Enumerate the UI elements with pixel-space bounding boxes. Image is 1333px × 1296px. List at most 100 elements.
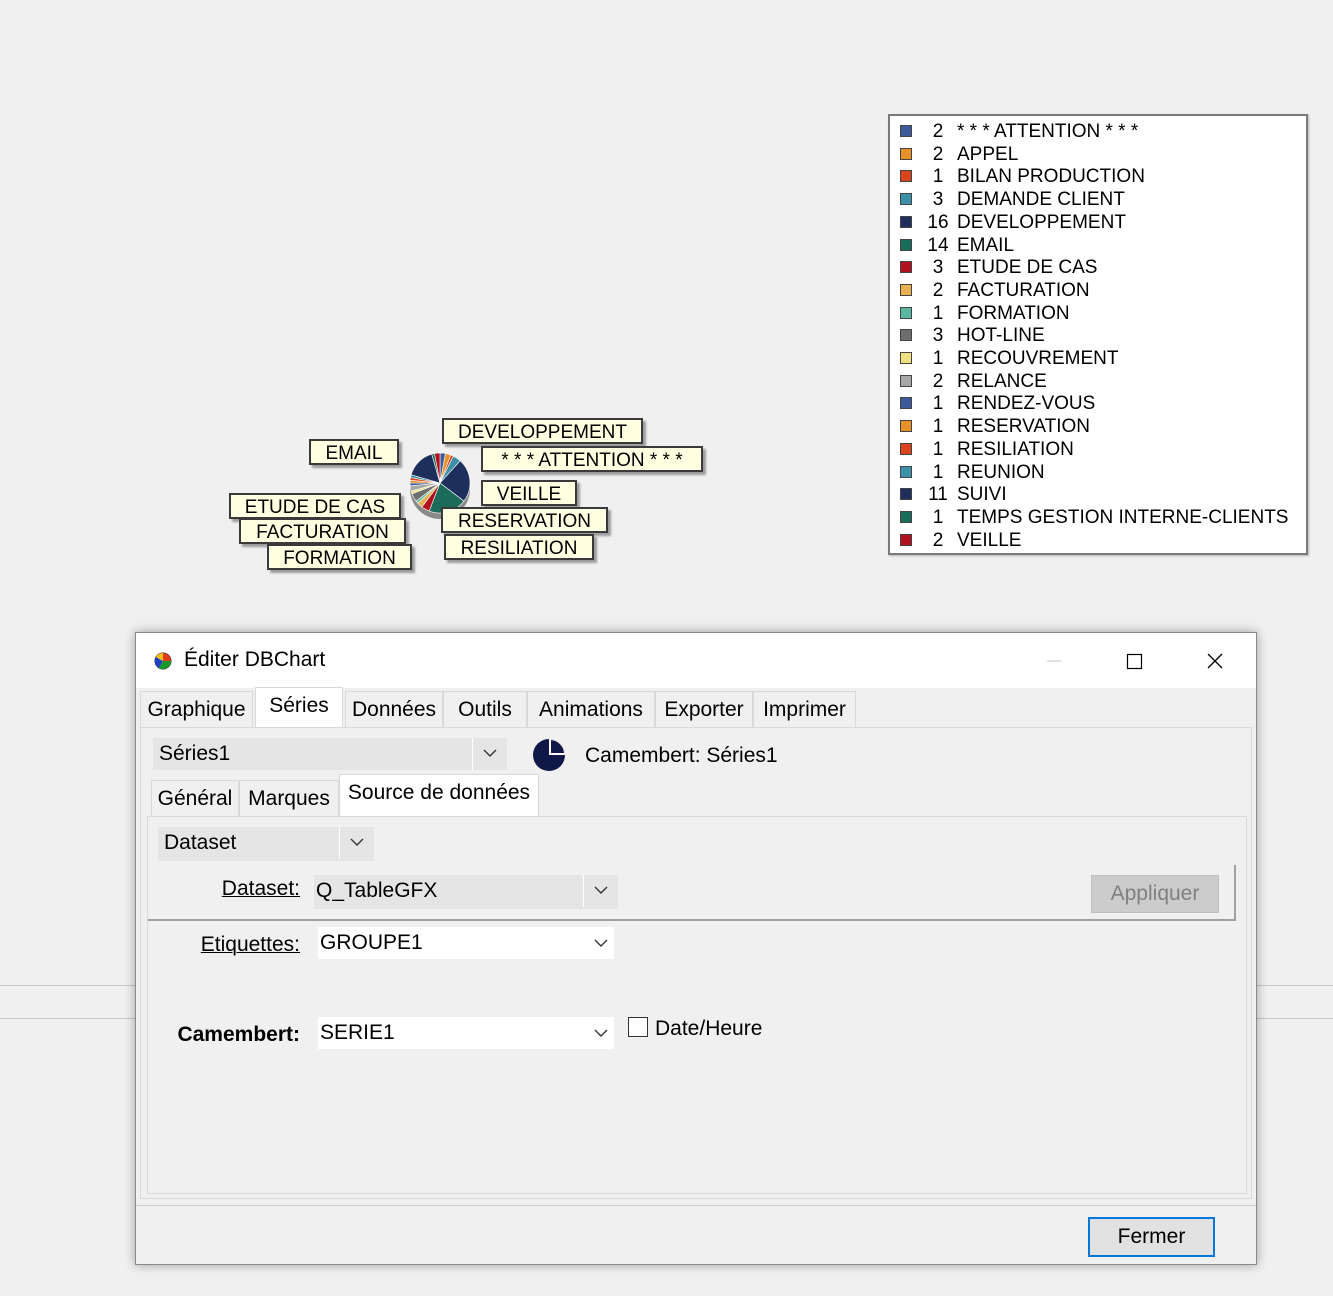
dataset-label: Dataset: [221, 877, 300, 900]
legend-count: 2 [932, 279, 944, 301]
minimize-button[interactable] [1032, 643, 1076, 679]
footer-separator [136, 1205, 1256, 1206]
etiquettes-select[interactable]: GROUPE1 [318, 927, 614, 959]
camembert-select[interactable]: SERIE1 [318, 1017, 614, 1049]
etiquettes-value: GROUPE1 [320, 931, 423, 954]
subtab-general[interactable]: Général [151, 780, 239, 816]
legend-count: 3 [932, 325, 944, 347]
legend-label: RESERVATION [957, 416, 1091, 438]
legend-swatch [900, 170, 912, 183]
legend-count: 1 [932, 461, 944, 483]
tab-animations[interactable]: Animations [527, 691, 655, 727]
source-panel: Dataset Dataset: Q_TableGFX Appliquer Et… [147, 816, 1247, 1194]
legend-swatch [900, 533, 912, 546]
chevron-down-icon [483, 749, 497, 757]
legend-count: 16 [927, 211, 949, 233]
title-bar[interactable]: Éditer DBChart [136, 633, 1256, 688]
series-select-value: Séries1 [159, 742, 231, 765]
camembert-label: Camembert: [177, 1023, 300, 1046]
pie-label-etude-de-cas: ETUDE DE CAS [229, 493, 401, 519]
legend-label: DEVELOPPEMENT [957, 211, 1126, 233]
subtab-source-de-donnees[interactable]: Source de données [339, 774, 539, 816]
legend-label: APPEL [957, 143, 1019, 165]
series-select[interactable]: Séries1 [153, 738, 507, 770]
series-panel: Séries1 Camembert: Séries1 Général Marqu… [140, 727, 1252, 1199]
legend-count: 2 [932, 121, 944, 142]
etiquettes-label: Etiquettes: [200, 933, 300, 956]
apply-button[interactable]: Appliquer [1091, 875, 1219, 913]
legend-label: RELANCE [957, 370, 1047, 392]
datetime-checkbox[interactable] [628, 1017, 648, 1037]
legend-count: 1 [932, 393, 944, 415]
legend-label: DEMANDE CLIENT [957, 189, 1125, 211]
legend-count: 1 [932, 506, 944, 528]
minimize-icon [1047, 660, 1061, 662]
legend-swatch [900, 125, 912, 137]
legend-label: VEILLE [957, 529, 1022, 551]
chevron-down-icon [594, 939, 608, 947]
series-caption: Camembert: Séries1 [585, 744, 778, 767]
tab-donnees[interactable]: Données [345, 691, 443, 727]
chevron-down-icon [594, 1029, 608, 1037]
tab-series[interactable]: Séries [255, 687, 343, 729]
legend-swatch [900, 420, 912, 433]
legend-swatch [900, 397, 912, 410]
dataset-select[interactable]: Q_TableGFX [314, 875, 618, 909]
dataset-value: Q_TableGFX [316, 879, 438, 902]
legend-label: * * * ATTENTION * * * [957, 121, 1139, 142]
close-icon [1207, 653, 1223, 669]
subtab-marques[interactable]: Marques [239, 780, 339, 816]
legend-label: FORMATION [957, 302, 1070, 324]
maximize-icon [1126, 653, 1143, 670]
dataset-select-arrow [583, 875, 618, 907]
legend-swatch [900, 261, 912, 274]
pie-label-reservation: RESERVATION [441, 507, 608, 533]
tab-graphique[interactable]: Graphique [140, 691, 253, 727]
legend-label: RECOUVREMENT [957, 348, 1119, 369]
close-window-button[interactable] [1193, 643, 1237, 679]
legend-swatch [900, 352, 912, 364]
pie-label-email: EMAIL [309, 439, 399, 465]
legend-count: 2 [932, 143, 944, 165]
legend-swatch [900, 374, 912, 387]
legend-count: 2 [932, 529, 944, 551]
legend-swatch [900, 238, 912, 251]
dialog-title: Éditer DBChart [184, 648, 326, 671]
legend-label: BILAN PRODUCTION [957, 166, 1145, 188]
tab-exporter[interactable]: Exporter [655, 691, 753, 727]
legend-swatch [900, 442, 912, 455]
pie-label-resiliation: RESILIATION [444, 534, 594, 560]
legend-count: 1 [932, 302, 944, 324]
legend-swatch [900, 215, 912, 228]
chevron-down-icon [350, 838, 364, 846]
legend-swatch [900, 465, 912, 478]
close-button[interactable]: Fermer [1088, 1217, 1215, 1257]
teechart-app-icon [154, 652, 172, 670]
legend-swatch [900, 306, 912, 319]
legend-count: 14 [927, 234, 949, 256]
tab-imprimer[interactable]: Imprimer [753, 691, 856, 727]
legend-count: 11 [928, 484, 948, 506]
camembert-value: SERIE1 [320, 1021, 395, 1044]
source-type-select[interactable]: Dataset [158, 827, 374, 861]
source-type-arrow [339, 827, 374, 859]
tab-outils[interactable]: Outils [443, 691, 527, 727]
edit-dbchart-dialog: Éditer DBChart Graphique Séries Données … [135, 632, 1257, 1265]
legend-label: HOT-LINE [957, 325, 1045, 347]
legend-label: TEMPS GESTION INTERNE-CLIENTS [957, 506, 1289, 528]
legend-count: 3 [932, 189, 944, 211]
legend-count: 2 [932, 370, 944, 392]
pie-label-formation: FORMATION [267, 544, 412, 570]
legend-swatch [900, 283, 912, 296]
legend-count: 1 [932, 416, 944, 438]
legend-label: SUIVI [957, 484, 1007, 506]
legend-swatch [900, 329, 912, 342]
pie-label-veille: VEILLE [481, 480, 577, 506]
source-type-value: Dataset [164, 831, 237, 854]
legend-label: FACTURATION [957, 279, 1090, 301]
pie-label-attention: * * * ATTENTION * * * [481, 446, 703, 472]
series-select-arrow [472, 738, 507, 770]
legend-swatch [900, 147, 912, 160]
maximize-button[interactable] [1112, 643, 1156, 679]
dataset-row [148, 865, 1236, 921]
